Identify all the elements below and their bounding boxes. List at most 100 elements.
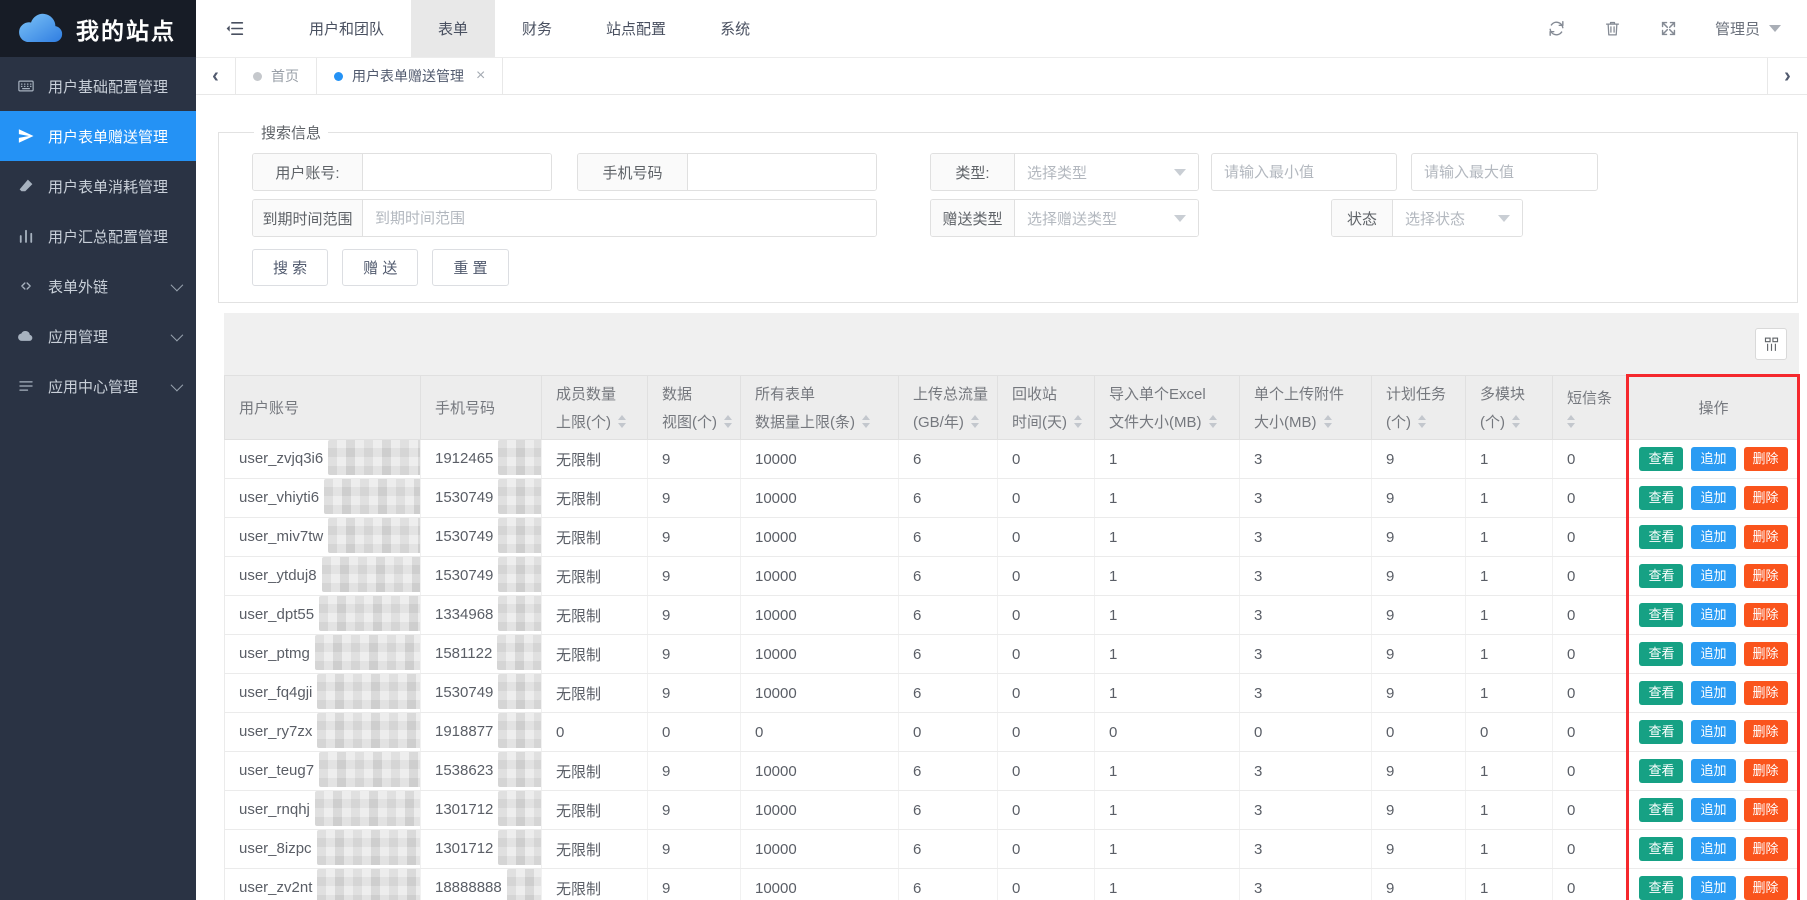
phone-input[interactable] <box>688 154 876 190</box>
cell-member-limit: 无限制 <box>542 518 648 557</box>
nav-item-system[interactable]: 系统 <box>693 0 777 57</box>
delete-button[interactable]: 删除 <box>1744 447 1788 471</box>
append-button[interactable]: 追加 <box>1691 798 1735 822</box>
type-label: 类型: <box>931 154 1015 190</box>
gift-type-select[interactable]: 选择赠送类型 <box>1015 200 1198 236</box>
delete-button[interactable]: 删除 <box>1744 642 1788 666</box>
view-button[interactable]: 查看 <box>1639 564 1683 588</box>
expire-date-input[interactable] <box>363 200 876 236</box>
account-cell: user_zv2nto <box>225 869 421 900</box>
sort-icon[interactable] <box>1074 415 1082 428</box>
cell-upload-traffic: 6 <box>899 752 998 791</box>
cell-upload-traffic: 6 <box>899 440 998 479</box>
status-select[interactable]: 选择状态 <box>1393 200 1522 236</box>
nav-item-users-teams[interactable]: 用户和团队 <box>282 0 411 57</box>
delete-button[interactable]: 删除 <box>1744 525 1788 549</box>
view-button[interactable]: 查看 <box>1639 759 1683 783</box>
cell-data-view: 9 <box>648 596 741 635</box>
tab-user-form-gift[interactable]: 用户表单赠送管理× <box>317 58 503 94</box>
nav-item-forms[interactable]: 表单 <box>411 0 495 57</box>
sort-icon[interactable] <box>618 415 626 428</box>
sort-icon[interactable] <box>1512 415 1520 428</box>
phone-text: 1912465 <box>435 450 493 467</box>
cell-upload-traffic: 6 <box>899 518 998 557</box>
gift-button[interactable]: 赠 送 <box>342 249 418 286</box>
column-settings-button[interactable] <box>1755 328 1787 360</box>
view-button[interactable]: 查看 <box>1639 642 1683 666</box>
view-button[interactable]: 查看 <box>1639 837 1683 861</box>
append-button[interactable]: 追加 <box>1691 447 1735 471</box>
sort-icon[interactable] <box>1209 415 1217 428</box>
view-button[interactable]: 查看 <box>1639 720 1683 744</box>
delete-button[interactable]: 删除 <box>1744 603 1788 627</box>
view-button[interactable]: 查看 <box>1639 681 1683 705</box>
redaction-blur <box>317 674 420 709</box>
min-value-input[interactable] <box>1211 153 1397 191</box>
nav-item-finance[interactable]: 财务 <box>495 0 579 57</box>
sidebar-item-user-basic-config[interactable]: 用户基础配置管理 <box>0 61 196 111</box>
delete-button[interactable]: 删除 <box>1744 486 1788 510</box>
view-button[interactable]: 查看 <box>1639 876 1683 900</box>
delete-button[interactable]: 删除 <box>1744 681 1788 705</box>
sidebar-item-user-summary-config[interactable]: 用户汇总配置管理 <box>0 211 196 261</box>
view-button[interactable]: 查看 <box>1639 486 1683 510</box>
append-button[interactable]: 追加 <box>1691 837 1735 861</box>
append-button[interactable]: 追加 <box>1691 720 1735 744</box>
close-icon[interactable]: × <box>476 67 485 85</box>
account-text: user_zvjq3i6 <box>239 450 323 467</box>
append-button[interactable]: 追加 <box>1691 486 1735 510</box>
collapse-sidebar-icon[interactable] <box>224 18 246 40</box>
actions-cell: 查看追加删除 <box>1628 635 1800 674</box>
delete-button[interactable]: 删除 <box>1744 837 1788 861</box>
view-button[interactable]: 查看 <box>1639 525 1683 549</box>
table-row: user_ptmg91581122无限制9100006013910查看追加删除 <box>225 635 1800 674</box>
account-input[interactable] <box>363 154 551 190</box>
sort-icon[interactable] <box>1567 415 1575 428</box>
sidebar-item-app-center-management[interactable]: 应用中心管理 <box>0 361 196 411</box>
tab-scroll-left-icon[interactable]: ‹ <box>196 58 236 94</box>
nav-item-site-config[interactable]: 站点配置 <box>579 0 693 57</box>
sidebar-item-form-external-link[interactable]: 表单外链 <box>0 261 196 311</box>
delete-button[interactable]: 删除 <box>1744 564 1788 588</box>
expire-date-field-group: 到期时间范围 <box>252 199 877 237</box>
append-button[interactable]: 追加 <box>1691 564 1735 588</box>
cell-multi-module: 0 <box>1466 713 1553 752</box>
cell-excel-size: 1 <box>1095 557 1240 596</box>
cell-data-view: 9 <box>648 518 741 557</box>
sort-icon[interactable] <box>1324 415 1332 428</box>
append-button[interactable]: 追加 <box>1691 759 1735 783</box>
refresh-icon[interactable] <box>1547 19 1566 38</box>
tab-home[interactable]: 首页 <box>236 58 317 94</box>
search-panel-title: 搜索信息 <box>254 122 328 143</box>
append-button[interactable]: 追加 <box>1691 876 1735 900</box>
tab-scroll-right-icon[interactable]: › <box>1767 58 1807 94</box>
sort-icon[interactable] <box>971 415 979 428</box>
append-button[interactable]: 追加 <box>1691 681 1735 705</box>
sidebar-item-user-form-consume[interactable]: 用户表单消耗管理 <box>0 161 196 211</box>
sidebar-item-app-management[interactable]: 应用管理 <box>0 311 196 361</box>
trash-icon[interactable] <box>1603 19 1622 38</box>
admin-dropdown[interactable]: 管理员 <box>1715 18 1781 39</box>
table-row: user_vhiyti61530749无限制9100006013910查看追加删… <box>225 479 1800 518</box>
view-button[interactable]: 查看 <box>1639 798 1683 822</box>
type-select[interactable]: 选择类型 <box>1015 154 1198 190</box>
delete-button[interactable]: 删除 <box>1744 798 1788 822</box>
cell-form-data-limit: 10000 <box>741 479 899 518</box>
delete-button[interactable]: 删除 <box>1744 720 1788 744</box>
phone-cell: 1581122 <box>421 635 542 674</box>
view-button[interactable]: 查看 <box>1639 447 1683 471</box>
reset-button[interactable]: 重 置 <box>432 249 508 286</box>
delete-button[interactable]: 删除 <box>1744 876 1788 900</box>
max-value-input[interactable] <box>1411 153 1598 191</box>
view-button[interactable]: 查看 <box>1639 603 1683 627</box>
search-button[interactable]: 搜 索 <box>252 249 328 286</box>
sort-icon[interactable] <box>724 415 732 428</box>
append-button[interactable]: 追加 <box>1691 642 1735 666</box>
sort-icon[interactable] <box>1418 415 1426 428</box>
delete-button[interactable]: 删除 <box>1744 759 1788 783</box>
append-button[interactable]: 追加 <box>1691 525 1735 549</box>
sort-icon[interactable] <box>862 415 870 428</box>
fullscreen-icon[interactable] <box>1659 19 1678 38</box>
sidebar-item-user-form-gift[interactable]: 用户表单赠送管理 <box>0 111 196 161</box>
append-button[interactable]: 追加 <box>1691 603 1735 627</box>
